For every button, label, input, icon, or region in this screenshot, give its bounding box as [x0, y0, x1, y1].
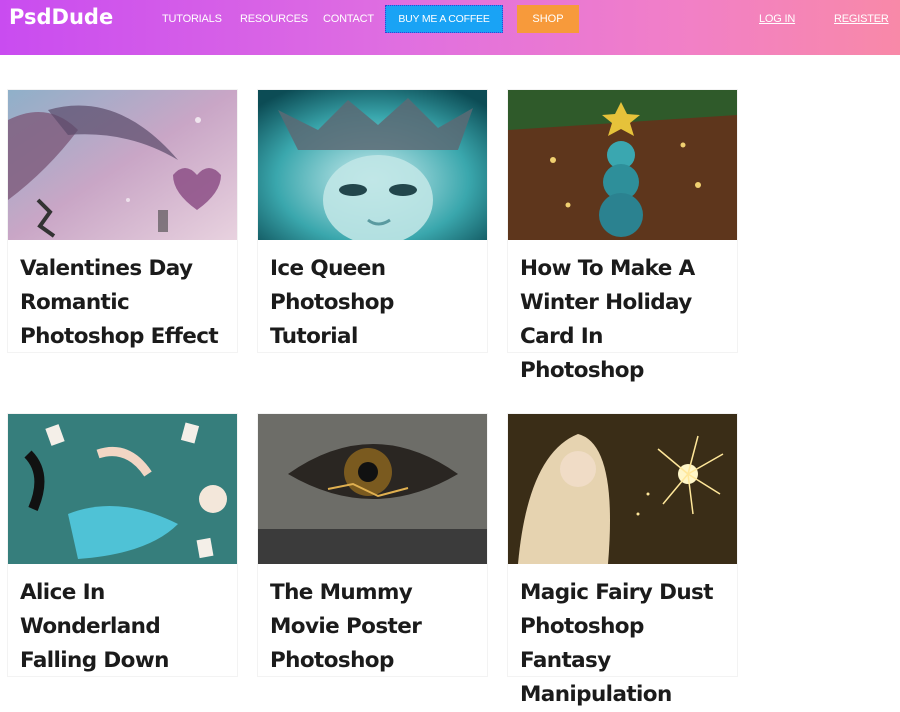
shop-button[interactable]: SHOP	[517, 5, 579, 33]
card-title[interactable]: Magic Fairy Dust Photoshop Fantasy Manip…	[508, 564, 737, 712]
tutorial-card[interactable]: Magic Fairy Dust Photoshop Fantasy Manip…	[508, 414, 737, 707]
nav-contact[interactable]: CONTACT	[323, 13, 374, 25]
buy-me-a-coffee-button[interactable]: BUY ME A COFFEE	[385, 5, 503, 33]
ice-queen-thumbnail[interactable]	[258, 90, 487, 240]
card-title[interactable]: How To Make A Winter Holiday Card In Pho…	[508, 240, 737, 388]
tutorial-card[interactable]: How To Make A Winter Holiday Card In Pho…	[508, 90, 737, 383]
alice-wonderland-thumbnail[interactable]	[8, 414, 237, 564]
tutorial-card[interactable]: Valentines Day Romantic Photoshop Effect	[8, 90, 237, 352]
tutorial-card[interactable]: Ice Queen Photoshop Tutorial	[258, 90, 487, 352]
site-logo[interactable]: PsdDude	[9, 5, 113, 29]
christmas-tree-thumbnail[interactable]	[508, 90, 737, 240]
register-link[interactable]: REGISTER	[834, 13, 889, 25]
site-header: PsdDude TUTORIALS RESOURCES CONTACT BUY …	[0, 0, 900, 55]
card-title[interactable]: Valentines Day Romantic Photoshop Effect	[8, 240, 237, 354]
nav-resources[interactable]: RESOURCES	[240, 13, 308, 25]
card-title[interactable]: Alice In Wonderland Falling Down	[8, 564, 237, 678]
fairy-dust-thumbnail[interactable]	[508, 414, 737, 564]
card-title[interactable]: The Mummy Movie Poster Photoshop	[258, 564, 487, 678]
nav-tutorials[interactable]: TUTORIALS	[162, 13, 222, 25]
tutorial-card[interactable]: Alice In Wonderland Falling Down	[8, 414, 237, 676]
valentines-heart-thumbnail[interactable]	[8, 90, 237, 240]
tutorial-card[interactable]: The Mummy Movie Poster Photoshop	[258, 414, 487, 676]
login-link[interactable]: LOG IN	[759, 13, 795, 25]
card-title[interactable]: Ice Queen Photoshop Tutorial	[258, 240, 487, 354]
mummy-eye-thumbnail[interactable]	[258, 414, 487, 564]
